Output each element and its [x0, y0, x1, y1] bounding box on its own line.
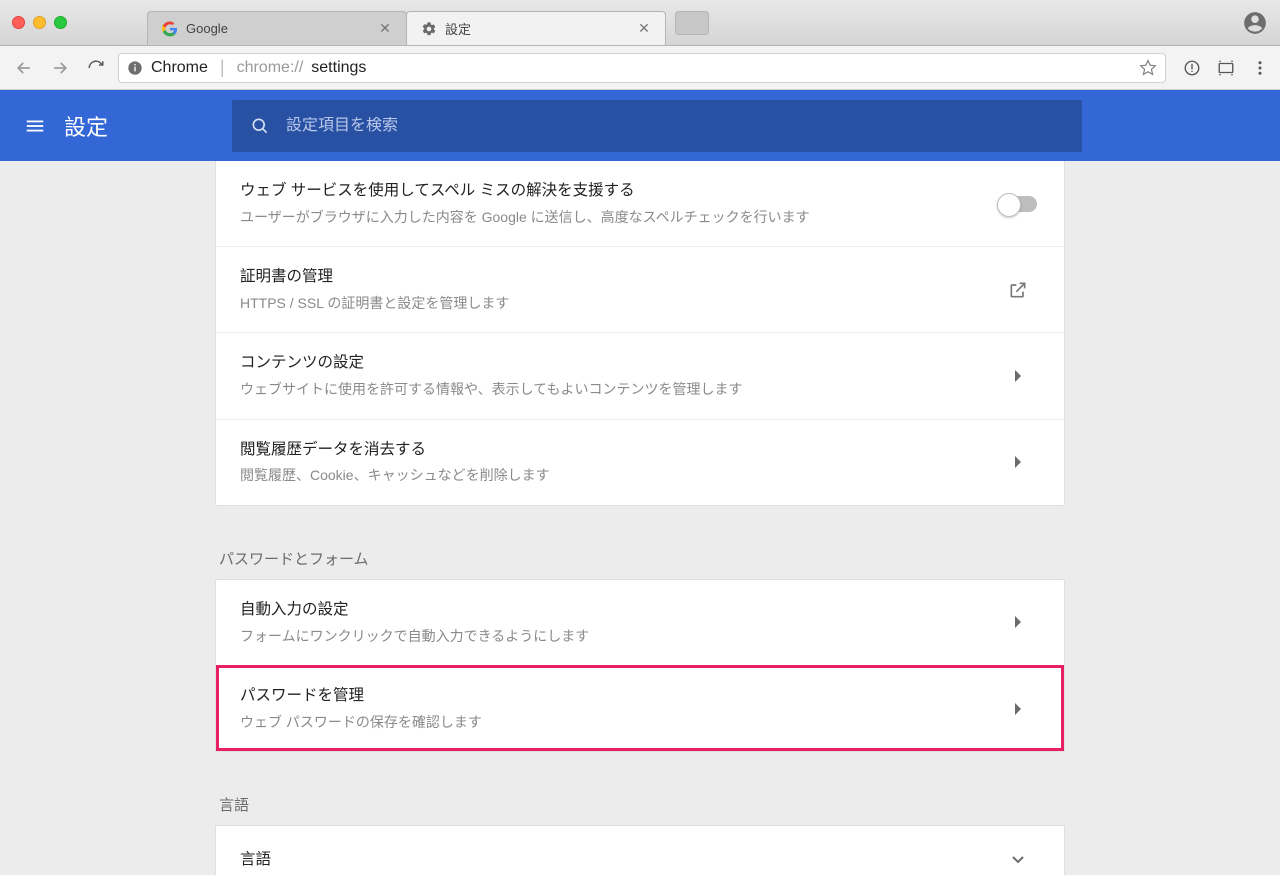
- row-title: 言語: [240, 848, 996, 873]
- close-icon[interactable]: ✕: [378, 22, 392, 36]
- chrome-menu-icon[interactable]: [1250, 58, 1270, 78]
- row-title: 閲覧履歴データを消去する: [240, 438, 996, 463]
- settings-header: 設定: [0, 90, 1280, 161]
- toggle-switch[interactable]: [999, 196, 1037, 212]
- chevron-right-icon: [996, 615, 1040, 629]
- chevron-right-icon: [996, 369, 1040, 383]
- row-clear-browsing-data[interactable]: 閲覧履歴データを消去する 閲覧履歴、Cookie、キャッシュなどを削除します: [216, 419, 1064, 505]
- row-title: パスワードを管理: [240, 684, 996, 709]
- bookmark-star-icon[interactable]: [1139, 59, 1157, 77]
- row-subtitle: 閲覧履歴、Cookie、キャッシュなどを削除します: [240, 464, 996, 486]
- new-tab-button[interactable]: [675, 11, 709, 35]
- row-title: ウェブ サービスを使用してスペル ミスの解決を支援する: [240, 179, 996, 204]
- address-bar[interactable]: Chrome | chrome:// settings: [118, 53, 1166, 83]
- row-title: 証明書の管理: [240, 265, 996, 290]
- browser-tabs: Google ✕ 設定 ✕: [147, 0, 709, 45]
- tab-title: Google: [186, 21, 370, 36]
- menu-icon[interactable]: [24, 115, 46, 137]
- chevron-down-icon: [996, 855, 1040, 865]
- open-external-icon[interactable]: [996, 280, 1040, 300]
- chevron-right-icon: [996, 455, 1040, 469]
- passwords-forms-card: 自動入力の設定 フォームにワンクリックで自動入力できるようにします パスワードを…: [215, 579, 1065, 752]
- reload-button[interactable]: [82, 54, 110, 82]
- row-content-settings[interactable]: コンテンツの設定 ウェブサイトに使用を許可する情報や、表示してもよいコンテンツを…: [216, 332, 1064, 418]
- browser-toolbar: Chrome | chrome:// settings: [0, 46, 1280, 90]
- url-scheme: chrome://: [237, 59, 304, 77]
- tab-settings[interactable]: 設定 ✕: [406, 11, 666, 45]
- row-manage-passwords[interactable]: パスワードを管理 ウェブ パスワードの保存を確認します: [216, 665, 1064, 751]
- profile-avatar-icon[interactable]: [1242, 10, 1268, 36]
- forward-button[interactable]: [46, 54, 74, 82]
- row-subtitle: ユーザーがブラウザに入力した内容を Google に送信し、高度なスペルチェック…: [240, 206, 996, 228]
- settings-search-input[interactable]: [286, 117, 1064, 135]
- window-zoom-button[interactable]: [54, 16, 67, 29]
- toolbar-extensions: [1182, 58, 1270, 78]
- tab-google[interactable]: Google ✕: [147, 11, 407, 45]
- row-title: コンテンツの設定: [240, 351, 996, 376]
- settings-content: ウェブ サービスを使用してスペル ミスの解決を支援する ユーザーがブラウザに入力…: [0, 161, 1280, 875]
- search-icon: [250, 116, 270, 136]
- section-label-language: 言語: [219, 794, 1065, 815]
- extension-frame-icon[interactable]: [1216, 58, 1236, 78]
- url-separator: |: [220, 57, 225, 78]
- row-subtitle: ウェブサイトに使用を許可する情報や、表示してもよいコンテンツを管理します: [240, 378, 996, 400]
- tab-title: 設定: [445, 19, 629, 38]
- gear-icon: [421, 21, 437, 37]
- row-manage-certificates[interactable]: 証明書の管理 HTTPS / SSL の証明書と設定を管理します: [216, 246, 1064, 332]
- language-card: 言語: [215, 825, 1065, 875]
- row-subtitle: HTTPS / SSL の証明書と設定を管理します: [240, 292, 996, 314]
- row-subtitle: ウェブ パスワードの保存を確認します: [240, 711, 996, 733]
- row-language[interactable]: 言語: [216, 826, 1064, 875]
- url-path: settings: [311, 59, 366, 77]
- row-subtitle: フォームにワンクリックで自動入力できるようにします: [240, 625, 996, 647]
- url-host: Chrome: [151, 59, 208, 77]
- section-label-passwords-forms: パスワードとフォーム: [219, 548, 1065, 569]
- extension-info-icon[interactable]: [1182, 58, 1202, 78]
- close-icon[interactable]: ✕: [637, 22, 651, 36]
- traffic-lights: [12, 16, 67, 29]
- window-close-button[interactable]: [12, 16, 25, 29]
- back-button[interactable]: [10, 54, 38, 82]
- row-title: 自動入力の設定: [240, 598, 996, 623]
- chevron-right-icon: [996, 702, 1040, 716]
- settings-search[interactable]: [232, 100, 1082, 152]
- privacy-card: ウェブ サービスを使用してスペル ミスの解決を支援する ユーザーがブラウザに入力…: [215, 161, 1065, 506]
- row-autofill-settings[interactable]: 自動入力の設定 フォームにワンクリックで自動入力できるようにします: [216, 580, 1064, 665]
- site-info-icon[interactable]: [127, 60, 143, 76]
- google-icon: [162, 21, 178, 37]
- window-minimize-button[interactable]: [33, 16, 46, 29]
- page-title: 設定: [64, 110, 108, 142]
- row-spell-check-service[interactable]: ウェブ サービスを使用してスペル ミスの解決を支援する ユーザーがブラウザに入力…: [216, 161, 1064, 246]
- window-titlebar: Google ✕ 設定 ✕: [0, 0, 1280, 46]
